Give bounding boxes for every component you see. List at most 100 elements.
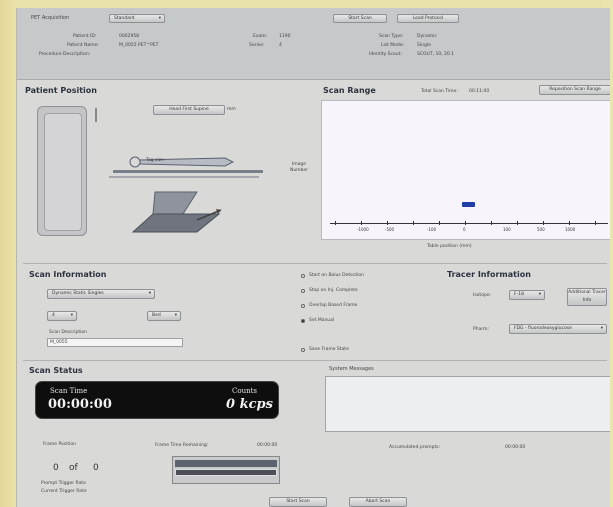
identity-scout-value: SCOUT, 10, 20.1 <box>417 52 455 57</box>
series-value: 4 <box>279 43 282 48</box>
additional-tracer-info-button[interactable]: Additional Tracer Info <box>567 288 607 306</box>
isotope-label: Isotope: <box>473 293 492 298</box>
scan-range-plot[interactable] <box>321 100 610 240</box>
patient-name-label: Patient Name: <box>67 43 99 48</box>
tag-size-label: Tag size <box>146 158 164 163</box>
counts-label: Counts <box>232 387 257 395</box>
chevron-down-icon: ▾ <box>158 16 161 21</box>
axis-tick-label: 1000 <box>565 227 576 232</box>
frame-total-value: 0 <box>93 463 99 473</box>
scan-description-input[interactable]: M_0055 <box>47 338 183 347</box>
total-scan-time-value: 00:11:00 <box>469 89 490 94</box>
scan-range-marker[interactable] <box>462 202 475 207</box>
option-set-manual-radio[interactable] <box>301 319 305 323</box>
counts-value: 0 kcps <box>226 397 273 412</box>
axis-tick <box>465 221 466 225</box>
pharm-dropdown[interactable]: FDG - fluorodeoxyglucose ▾ <box>509 324 607 334</box>
frame-of-label: of <box>69 463 78 473</box>
option-start-bolus-radio[interactable] <box>301 274 305 278</box>
axis-tick <box>335 221 336 225</box>
frame-time-remaining-value: 00:00:00 <box>257 443 278 448</box>
acquisition-dropdown[interactable]: Standard ▾ <box>109 14 165 23</box>
current-trigger-rate-label: Current Trigger Rate <box>41 489 87 494</box>
frame-current-value: 0 <box>53 463 59 473</box>
scan-status-panel: Scan Time 00:00:00 Counts 0 kcps <box>35 381 279 419</box>
axis-tick-label: 100 <box>503 227 511 232</box>
reposition-scan-range-button[interactable]: Reposition Scan Range <box>539 85 610 95</box>
axis-tick-label: -100 <box>427 227 437 232</box>
scan-status-title: Scan Status <box>29 366 83 375</box>
chevron-down-icon: ▾ <box>600 326 603 331</box>
chevron-down-icon: ▾ <box>70 313 73 318</box>
system-messages-title: System Messages <box>329 366 374 372</box>
system-messages-box[interactable] <box>325 376 610 432</box>
option-stop-inj-radio[interactable] <box>301 289 305 293</box>
axis-tick <box>543 221 544 225</box>
scan-count-dropdown[interactable]: 4 ▾ <box>47 311 77 321</box>
abort-scan-button[interactable]: Abort Scan <box>349 497 407 507</box>
frame-progress-widget <box>172 456 280 484</box>
option-set-manual-label: Set Manual <box>309 318 335 323</box>
patient-orientation-button[interactable]: Head First Supine <box>153 105 225 115</box>
exam-label: Exam: <box>253 34 268 39</box>
exam-description-label: Procedure Description: <box>39 52 91 57</box>
pharm-label: Pharm: <box>473 327 489 332</box>
accumulated-prompts-label: Accumulated prompts: <box>389 445 441 450</box>
scan-type-label: Scan Type: <box>379 34 404 39</box>
chevron-down-icon: ▾ <box>148 291 151 296</box>
patient-outline <box>44 113 82 231</box>
scan-count-dropdown-value: 4 <box>52 313 55 318</box>
scroll-indicator <box>95 108 97 122</box>
pharm-dropdown-value: FDG - fluorodeoxyglucose <box>514 326 572 331</box>
option-save-frame-label: Save Frame State <box>309 347 349 352</box>
axis-tick <box>439 221 440 225</box>
frame-time-remaining-label: Frame Time Remaining: <box>155 443 209 448</box>
isotope-dropdown[interactable]: F-18 ▾ <box>509 290 545 300</box>
scan-unit-dropdown-value: Bed <box>152 313 161 318</box>
accumulated-prompts-value: 00:00:00 <box>505 445 526 450</box>
option-save-frame-radio[interactable] <box>301 348 305 352</box>
axis-tick-label: -1000 <box>357 227 369 232</box>
patient-name-value: M_0055 PET^PET <box>119 43 159 48</box>
axis-tick <box>413 221 414 225</box>
prompt-trigger-rate-label: Prompt Trigger Rate <box>41 481 86 486</box>
start-scan-top-button[interactable]: Start Scan <box>333 14 387 23</box>
axis-tick-label: 0 <box>463 227 466 232</box>
list-mode-value: Single <box>417 43 431 48</box>
option-stop-inj-label: Stop on Inj. Complete <box>309 288 358 293</box>
scan-range-axis-line <box>330 223 608 224</box>
section-divider <box>23 263 607 264</box>
isotope-dropdown-value: F-18 <box>514 292 524 297</box>
axis-tick <box>595 221 596 225</box>
trigger-progress-bar <box>175 469 277 476</box>
scan-time-value: 00:00:00 <box>48 397 112 412</box>
axis-tick <box>361 221 362 225</box>
load-protocol-button[interactable]: Load Protocol <box>397 14 459 23</box>
application-window: PET Acquisition Standard ▾ Start Scan Lo… <box>16 8 610 507</box>
patient-id-value: 0002958 <box>119 34 140 39</box>
scan-time-label: Scan Time <box>50 387 88 395</box>
image-number-label: Image Number <box>289 162 309 173</box>
start-scan-button[interactable]: Start Scan <box>269 497 327 507</box>
scan-information-title: Scan Information <box>29 270 107 279</box>
scan-range-title: Scan Range <box>323 86 376 95</box>
series-label: Series: <box>249 43 265 48</box>
header-bar: PET Acquisition Standard ▾ Start Scan Lo… <box>17 8 610 80</box>
patient-id-label: Patient ID: <box>73 34 97 39</box>
patient-position-title: Patient Position <box>25 86 97 95</box>
identity-scout-label: Identity Scout: <box>369 52 402 57</box>
chevron-down-icon: ▾ <box>174 313 177 318</box>
scan-type-dropdown[interactable]: Dynamic Static Singles ▾ <box>47 289 155 299</box>
orientation-suffix: mm <box>227 107 236 112</box>
scan-options-group: Start on Bolus Detection Stop on Inj. Co… <box>301 272 401 362</box>
option-overlap-label: Overlap Based Frame <box>309 303 358 308</box>
axis-tick <box>517 221 518 225</box>
frame-position-label: Frame Position <box>43 442 76 447</box>
scan-unit-dropdown[interactable]: Bed ▾ <box>147 311 181 321</box>
frame-progress-bar <box>175 460 277 467</box>
axis-tick-label: -500 <box>385 227 395 232</box>
table-top-view <box>37 106 87 236</box>
axis-label: Table position (mm) <box>427 244 472 249</box>
option-overlap-radio[interactable] <box>301 304 305 308</box>
section-divider <box>23 360 607 361</box>
